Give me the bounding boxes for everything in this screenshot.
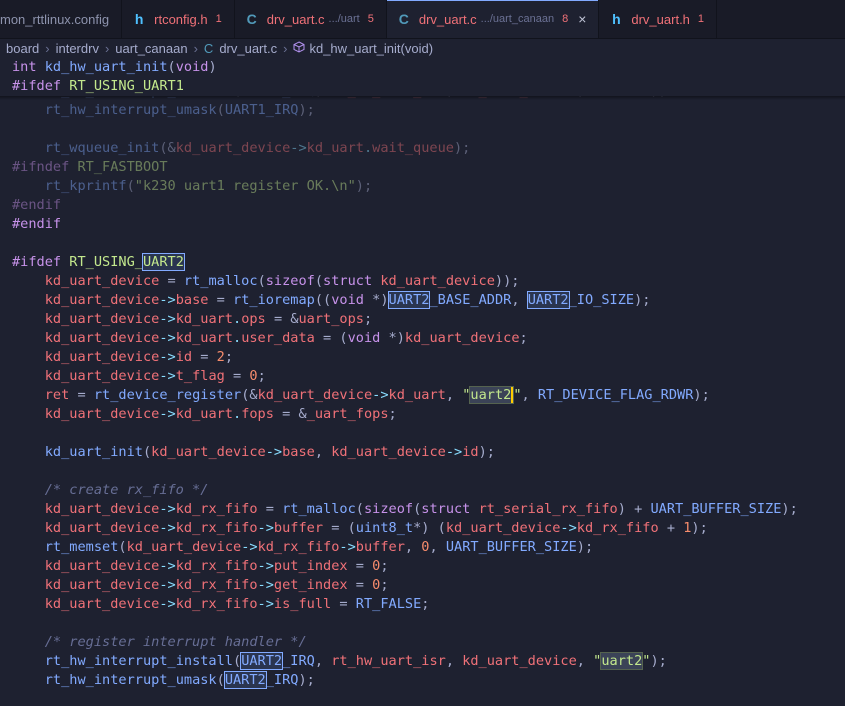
code-line[interactable]: kd_uart_device->base = rt_ioremap((void … <box>0 291 650 310</box>
breadcrumb-item[interactable]: board <box>6 41 39 56</box>
code-line[interactable]: kd_uart_device->kd_uart.ops = &uart_ops; <box>0 310 372 329</box>
chevron-right-icon: › <box>104 40 110 56</box>
problem-count-badge: 5 <box>367 13 374 25</box>
code-line[interactable]: kd_uart_device->id = 2; <box>0 348 233 367</box>
sticky-scroll-line-2[interactable]: #ifdef RT_USING_UART1 <box>0 77 845 96</box>
tab-rtconfig-h[interactable]: h rtconfig.h 1 <box>122 0 235 38</box>
code-line[interactable]: #ifdef RT_USING_UART2 <box>0 253 185 272</box>
c-file-icon: C <box>203 40 214 56</box>
code-line[interactable]: /* create rx_fifo */ <box>0 481 209 500</box>
breadcrumb: board › interdrv › uart_canaan › Cdrv_uart.c › k… <box>0 38 845 58</box>
editor-tab-bar: mon_rttlinux.config h rtconfig.h 1 Cdrv_uart… <box>0 0 845 39</box>
tab-drv-uart-c-2[interactable]: Cdrv_uart.c .../uart 5 <box>235 0 387 38</box>
code-line[interactable] <box>0 120 12 139</box>
code-line[interactable] <box>0 462 12 481</box>
tab-path: .../uart_canaan <box>480 13 555 25</box>
code-line[interactable]: kd_uart_device->kd_rx_fifo->put_index = … <box>0 557 389 576</box>
code-line[interactable]: rt_kprintf("k230 uart1 register OK.\n"); <box>0 177 372 196</box>
code-line[interactable]: kd_uart_device = rt_malloc(sizeof(struct… <box>0 272 520 291</box>
code-line[interactable]: kd_uart_init(kd_uart_device->base, kd_ua… <box>0 443 495 462</box>
tab-label: rtconfig.h <box>154 11 208 27</box>
c-file-icon: C <box>398 11 409 27</box>
tab-path: .../uart <box>328 13 360 25</box>
code-line[interactable]: #ifndef RT_FASTBOOT <box>0 158 168 177</box>
header-file-icon: h <box>134 11 144 27</box>
chevron-right-icon: › <box>193 40 198 56</box>
tab-label: drv_uart.h <box>631 11 690 27</box>
code-line[interactable]: kd_uart_device->kd_uart.user_data = (voi… <box>0 329 528 348</box>
code-line[interactable]: ret = rt_device_register(&kd_uart_device… <box>0 386 710 405</box>
code-line[interactable]: kd_uart_device->kd_rx_fifo->buffer = (ui… <box>0 519 708 538</box>
breadcrumb-item[interactable]: drv_uart.c <box>219 41 277 56</box>
problem-count-badge: 1 <box>215 13 222 25</box>
code-line[interactable]: rt_hw_interrupt_install(UART2_IRQ, rt_hw… <box>0 652 667 671</box>
header-file-icon: h <box>612 11 621 27</box>
problem-count-badge: 8 <box>562 13 569 25</box>
code-line[interactable]: #endif <box>0 215 61 234</box>
code-line[interactable]: rt_memset(kd_uart_device->kd_rx_fifo->bu… <box>0 538 593 557</box>
breadcrumb-item[interactable]: uart_canaan <box>115 41 187 56</box>
tab-label: drv_uart.c <box>418 11 477 27</box>
problem-count-badge: 1 <box>697 13 705 25</box>
code-editor[interactable]: int kd_hw_uart_init(void) #ifdef RT_USIN… <box>0 58 845 706</box>
sticky-scroll-shadow <box>0 96 845 100</box>
code-line[interactable]: kd_uart_device->t_flag = 0; <box>0 367 266 386</box>
symbol-method-icon <box>293 40 305 56</box>
close-icon[interactable]: × <box>578 11 586 27</box>
breadcrumb-item[interactable]: kd_hw_uart_init(void) <box>309 41 433 56</box>
tab-drv-uart-c-3[interactable]: Cdrv_uart.c .../uart_canaan 8 × <box>386 0 600 38</box>
code-line[interactable] <box>0 234 12 253</box>
code-line[interactable]: /* register interrupt handler */ <box>0 633 307 652</box>
tab-label: drv_uart.c <box>266 11 325 27</box>
chevron-right-icon: › <box>45 40 50 56</box>
tab-mon-rttlinux-config[interactable]: mon_rttlinux.config <box>0 0 123 38</box>
code-line[interactable]: rt_hw_interrupt_umask(UART2_IRQ); <box>0 671 315 690</box>
code-line[interactable]: kd_uart_device->kd_rx_fifo->get_index = … <box>0 576 389 595</box>
c-file-icon: C <box>246 11 257 27</box>
code-line[interactable]: #endif <box>0 196 61 215</box>
code-line[interactable]: kd_uart_device->kd_rx_fifo->is_full = RT… <box>0 595 430 614</box>
code-line[interactable] <box>0 614 12 633</box>
tab-drv-uart-h[interactable]: h drv_uart.h 1 <box>599 0 718 38</box>
sticky-scroll-line-1[interactable]: int kd_hw_uart_init(void) <box>0 58 845 77</box>
code-line[interactable]: rt_wqueue_init(&kd_uart_device->kd_uart.… <box>0 139 471 158</box>
breadcrumb-item[interactable]: interdrv <box>56 41 99 56</box>
code-line[interactable]: rt_hw_interrupt_umask(UART1_IRQ); <box>0 101 315 120</box>
tab-label: mon_rttlinux.config <box>0 11 110 27</box>
code-line[interactable]: kd_uart_device->kd_rx_fifo = rt_malloc(s… <box>0 500 798 519</box>
chevron-right-icon: › <box>283 40 288 56</box>
code-line[interactable]: kd_uart_device->kd_uart.fops = &_uart_fo… <box>0 405 397 424</box>
code-line[interactable] <box>0 424 12 443</box>
